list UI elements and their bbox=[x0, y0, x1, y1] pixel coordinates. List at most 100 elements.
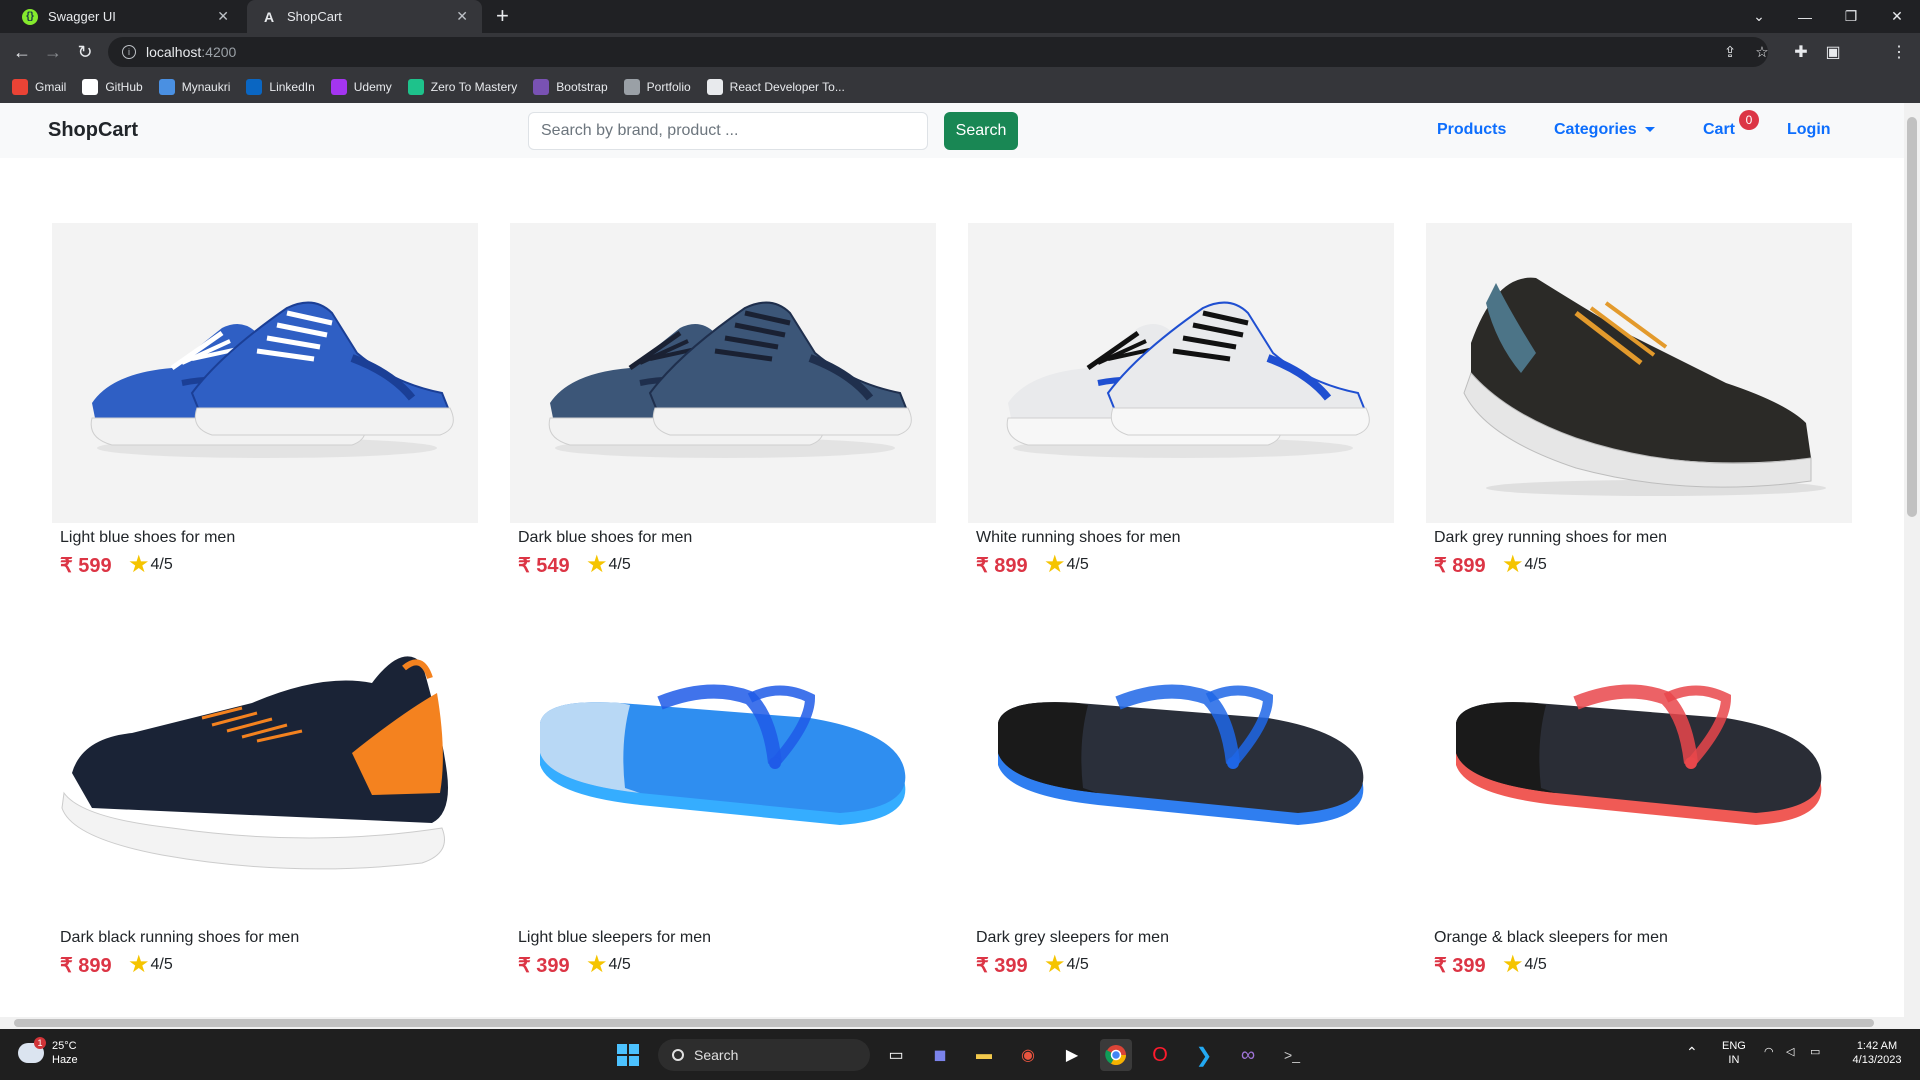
star-icon: ★ bbox=[1502, 551, 1524, 578]
url-port: :4200 bbox=[201, 44, 237, 60]
product-name[interactable]: Orange & black sleepers for men bbox=[1434, 929, 1668, 947]
product-name[interactable]: Light blue sleepers for men bbox=[518, 929, 711, 947]
product-price: ₹ 399 bbox=[1434, 955, 1486, 977]
product-card[interactable]: Dark grey running shoes for men ₹ 899 ★ 4/5 bbox=[1426, 223, 1852, 583]
nav-cart[interactable]: Cart bbox=[1703, 121, 1735, 139]
scrollbar-thumb[interactable] bbox=[14, 1019, 1874, 1027]
product-name[interactable]: Dark blue shoes for men bbox=[518, 529, 692, 547]
tab-search-icon[interactable]: ⌄ bbox=[1736, 0, 1782, 33]
product-image[interactable] bbox=[968, 223, 1394, 523]
nav-categories[interactable]: Categories bbox=[1554, 121, 1655, 139]
bookmark-item[interactable]: Mynaukri bbox=[158, 79, 230, 95]
product-image[interactable] bbox=[510, 623, 936, 923]
product-card[interactable]: Dark grey sleepers for men ₹ 399 ★ 4/5 bbox=[968, 623, 1394, 983]
linkedin-icon bbox=[246, 79, 263, 95]
rating-value: 4/5 bbox=[150, 556, 173, 573]
brand-logo[interactable]: ShopCart bbox=[48, 119, 138, 142]
product-card[interactable]: Dark black running shoes for men ₹ 899 ★ 4/… bbox=[52, 623, 478, 983]
volume-icon[interactable]: ◁ bbox=[1786, 1045, 1794, 1059]
bookmark-item[interactable]: Zero To Mastery bbox=[407, 79, 517, 95]
tray-overflow-icon[interactable]: ⌃ bbox=[1686, 1045, 1698, 1059]
bookmark-item[interactable]: Portfolio bbox=[623, 79, 691, 95]
rating-value: 4/5 bbox=[608, 556, 631, 573]
product-card[interactable]: White running shoes for men ₹ 899 ★ 4/5 bbox=[968, 223, 1394, 583]
weather-widget[interactable]: 1 25°C Haze bbox=[18, 1037, 78, 1067]
site-info-icon[interactable]: i bbox=[122, 45, 136, 59]
bootstrap-icon bbox=[533, 79, 550, 95]
cart-count-badge: 0 bbox=[1739, 110, 1759, 130]
bookmark-label: Portfolio bbox=[646, 80, 691, 94]
product-rating: ★ 4/5 bbox=[128, 553, 173, 577]
opera-icon[interactable]: O bbox=[1144, 1039, 1176, 1071]
terminal-icon[interactable]: >_ bbox=[1276, 1039, 1308, 1071]
product-name[interactable]: Dark grey sleepers for men bbox=[976, 929, 1169, 947]
new-tab-button[interactable]: + bbox=[496, 4, 509, 28]
product-image[interactable] bbox=[1426, 223, 1852, 523]
search-input[interactable] bbox=[528, 112, 928, 150]
product-name[interactable]: Light blue shoes for men bbox=[60, 529, 235, 547]
clock[interactable]: 1:42 AM 4/13/2023 bbox=[1842, 1039, 1912, 1067]
tab-title: Swagger UI bbox=[48, 9, 116, 24]
product-price: ₹ 599 bbox=[60, 555, 112, 577]
product-card[interactable]: Orange & black sleepers for men ₹ 399 ★ 4/5 bbox=[1426, 623, 1852, 983]
restore-button[interactable]: ❐ bbox=[1828, 0, 1874, 33]
reload-icon[interactable]: ↻ bbox=[72, 41, 98, 63]
nav-products[interactable]: Products bbox=[1437, 121, 1506, 139]
product-name[interactable]: White running shoes for men bbox=[976, 529, 1181, 547]
github-icon bbox=[82, 79, 99, 95]
wifi-icon[interactable]: ◠ bbox=[1764, 1045, 1774, 1059]
tab-shopcart[interactable]: A ShopCart ✕ bbox=[247, 0, 482, 33]
tab-swagger-ui[interactable]: {} Swagger UI ✕ bbox=[8, 0, 243, 33]
product-name[interactable]: Dark grey running shoes for men bbox=[1434, 529, 1667, 547]
product-card[interactable]: Dark blue shoes for men ₹ 549 ★ 4/5 bbox=[510, 223, 936, 583]
bookmark-item[interactable]: Bootstrap bbox=[533, 79, 608, 95]
teams-chat-icon[interactable]: ◼ bbox=[924, 1039, 956, 1071]
close-tab-icon[interactable]: ✕ bbox=[217, 8, 229, 25]
product-image[interactable] bbox=[1426, 623, 1852, 923]
back-icon[interactable]: ← bbox=[9, 41, 35, 63]
close-window-button[interactable]: ✕ bbox=[1874, 0, 1920, 33]
bookmark-label: Bootstrap bbox=[556, 80, 608, 94]
extensions-icon[interactable]: ✚ bbox=[1790, 41, 1812, 63]
language-indicator[interactable]: ENG IN bbox=[1722, 1039, 1746, 1067]
naukri-icon bbox=[158, 79, 175, 95]
vertical-scrollbar[interactable] bbox=[1904, 103, 1920, 1017]
bookmark-item[interactable]: Gmail bbox=[12, 79, 66, 95]
forward-icon[interactable]: → bbox=[40, 41, 66, 63]
bookmark-item[interactable]: LinkedIn bbox=[246, 79, 315, 95]
media-player-icon[interactable]: ▶ bbox=[1056, 1039, 1088, 1071]
chrome-icon[interactable] bbox=[1100, 1039, 1132, 1071]
bookmark-star-icon[interactable]: ☆ bbox=[1750, 37, 1774, 67]
git-app-icon[interactable]: ◉ bbox=[1012, 1039, 1044, 1071]
product-image[interactable] bbox=[52, 623, 478, 923]
windows-taskbar: 1 25°C Haze Search ▭ ◼ ▬ ◉ ▶ O ❯ ∞ >_ ⌃ … bbox=[0, 1029, 1920, 1080]
product-card[interactable]: Light blue shoes for men ₹ 599 ★ 4/5 bbox=[52, 223, 478, 583]
minimize-button[interactable]: — bbox=[1782, 0, 1828, 33]
bookmark-item[interactable]: GitHub bbox=[82, 79, 143, 95]
rating-value: 4/5 bbox=[1066, 556, 1089, 573]
product-card[interactable]: Light blue sleepers for men ₹ 399 ★ 4/5 bbox=[510, 623, 936, 983]
weather-desc: Haze bbox=[52, 1054, 78, 1066]
product-image[interactable] bbox=[52, 223, 478, 523]
file-explorer-icon[interactable]: ▬ bbox=[968, 1039, 1000, 1071]
bookmark-item[interactable]: Udemy bbox=[330, 79, 392, 95]
product-name[interactable]: Dark black running shoes for men bbox=[60, 929, 299, 947]
horizontal-scrollbar[interactable] bbox=[0, 1017, 1920, 1029]
taskbar-search[interactable]: Search bbox=[658, 1039, 870, 1071]
share-icon[interactable]: ⇪ bbox=[1718, 37, 1742, 67]
battery-icon[interactable]: ▭ bbox=[1810, 1045, 1820, 1059]
product-image[interactable] bbox=[968, 623, 1394, 923]
vscode-icon[interactable]: ❯ bbox=[1188, 1039, 1220, 1071]
scrollbar-thumb[interactable] bbox=[1907, 117, 1917, 517]
windows-start-icon[interactable] bbox=[612, 1039, 644, 1071]
nav-login[interactable]: Login bbox=[1787, 121, 1831, 139]
close-tab-icon[interactable]: ✕ bbox=[456, 8, 468, 25]
product-image[interactable] bbox=[510, 223, 936, 523]
side-panel-icon[interactable]: ▣ bbox=[1822, 41, 1844, 63]
bookmark-item[interactable]: React Developer To... bbox=[706, 79, 845, 95]
address-bar[interactable]: i localhost:4200 bbox=[108, 37, 1768, 67]
visual-studio-icon[interactable]: ∞ bbox=[1232, 1039, 1264, 1071]
task-view-icon[interactable]: ▭ bbox=[880, 1039, 912, 1071]
search-button[interactable]: Search bbox=[944, 112, 1018, 150]
menu-kebab-icon[interactable]: ⋮ bbox=[1888, 41, 1910, 63]
